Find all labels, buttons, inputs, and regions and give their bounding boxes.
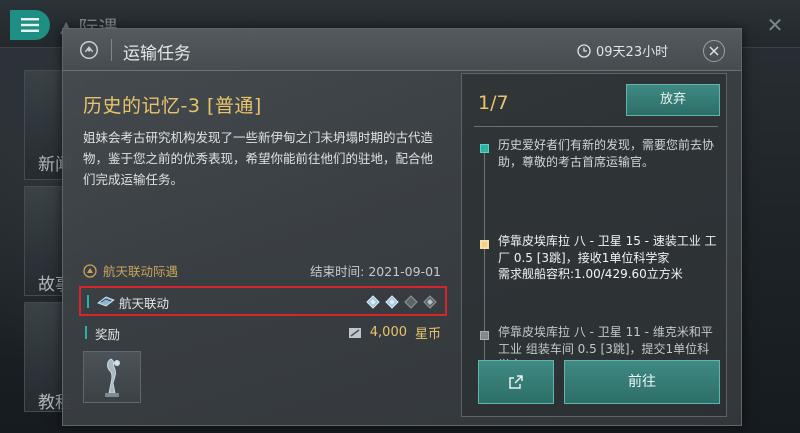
clock-icon [577, 43, 591, 58]
dialog-title: 运输任务 [123, 44, 191, 64]
mission-source-row: 航天联动际遇 结束时间: 2021-09-01 [83, 259, 441, 279]
go-button[interactable]: 前往 [564, 360, 720, 404]
mission-timer: 09天23小时 [577, 41, 668, 60]
rating-diamond-empty-icon [404, 294, 418, 309]
ship-capacity-requirement: 需求舰船容积:1.00/429.60立方米 [498, 267, 683, 281]
timer-text: 09天23小时 [596, 45, 669, 60]
transport-mission-dialog: 运输任务 09天23小时 历史的记忆-3 [普通] 姐妹会考古研究机构发现了一些… [62, 28, 742, 426]
mission-description: 姐妹会考古研究机构发现了一些新伊甸之门未坍塌时期的古代造物，鉴于您之前的优秀表现… [83, 130, 434, 187]
reward-amount-value: 4,000 [369, 325, 407, 340]
reward-item-slot[interactable] [83, 351, 141, 403]
mission-source-text: 航天联动际遇 [103, 264, 179, 279]
mission-steps[interactable]: 历史爱好者们有新的发现，需要您前去协助，尊敬的考古首席运输官。 停靠皮埃库拉 八… [462, 132, 728, 372]
header-divider [111, 39, 112, 61]
partner-row[interactable]: 航天联动 [79, 286, 447, 316]
end-time: 结束时间: 2021-09-01 [310, 264, 441, 279]
mission-step-text: 停靠皮埃库拉 八 - 卫星 15 - 速装工业 工厂 0.5 [3跳]，接收1单… [498, 234, 717, 265]
mission-type-icon [77, 38, 101, 62]
close-button[interactable] [703, 40, 725, 62]
mission-step: 历史爱好者们有新的发现，需要您前去协助，尊敬的考古首席运输官。 [498, 138, 715, 169]
dialog-header: 运输任务 09天23小时 [63, 29, 741, 71]
reward-label: 奖励 [95, 327, 121, 342]
event-icon [83, 263, 97, 278]
mission-title: 历史的记忆-3 [普通] [83, 95, 262, 117]
menu-button[interactable] [10, 10, 50, 40]
row-marker [85, 326, 87, 339]
mission-progress: 1/7 [478, 92, 509, 114]
partner-label: 航天联动 [119, 296, 170, 311]
reward-unit: 星币 [414, 327, 441, 342]
difficulty-rating [366, 294, 437, 309]
step-done-marker [480, 144, 489, 153]
reward-row: 奖励 4,000 星币 [83, 323, 441, 343]
step-upcoming-marker [480, 331, 489, 340]
close-icon [709, 46, 719, 56]
row-marker [87, 295, 89, 308]
abandon-button[interactable]: 放弃 [626, 84, 720, 116]
open-link-button[interactable] [478, 360, 554, 404]
menu-icon [21, 18, 39, 32]
rating-diamond-icon [385, 294, 399, 309]
mission-steps-panel: 1/7 放弃 历史爱好者们有新的发现，需要您前去协助，尊敬的考古首席运输官。 停… [461, 73, 727, 417]
partner-logo-icon [97, 296, 115, 307]
isk-currency-icon [348, 327, 361, 338]
external-link-icon [509, 375, 523, 389]
rating-diamond-empty-icon [423, 294, 437, 309]
mission-step-current: 停靠皮埃库拉 八 - 卫星 15 - 速装工业 工厂 0.5 [3跳]，接收1单… [498, 233, 720, 283]
panel-divider [474, 126, 718, 127]
rating-diamond-icon [366, 294, 380, 309]
reward-amount: 4,000 星币 [348, 323, 441, 342]
step-current-marker [480, 240, 489, 249]
trophy-statue-icon [105, 358, 120, 397]
mission-source: 航天联动际遇 [83, 261, 178, 280]
background-close-icon[interactable]: ✕ [764, 14, 786, 36]
